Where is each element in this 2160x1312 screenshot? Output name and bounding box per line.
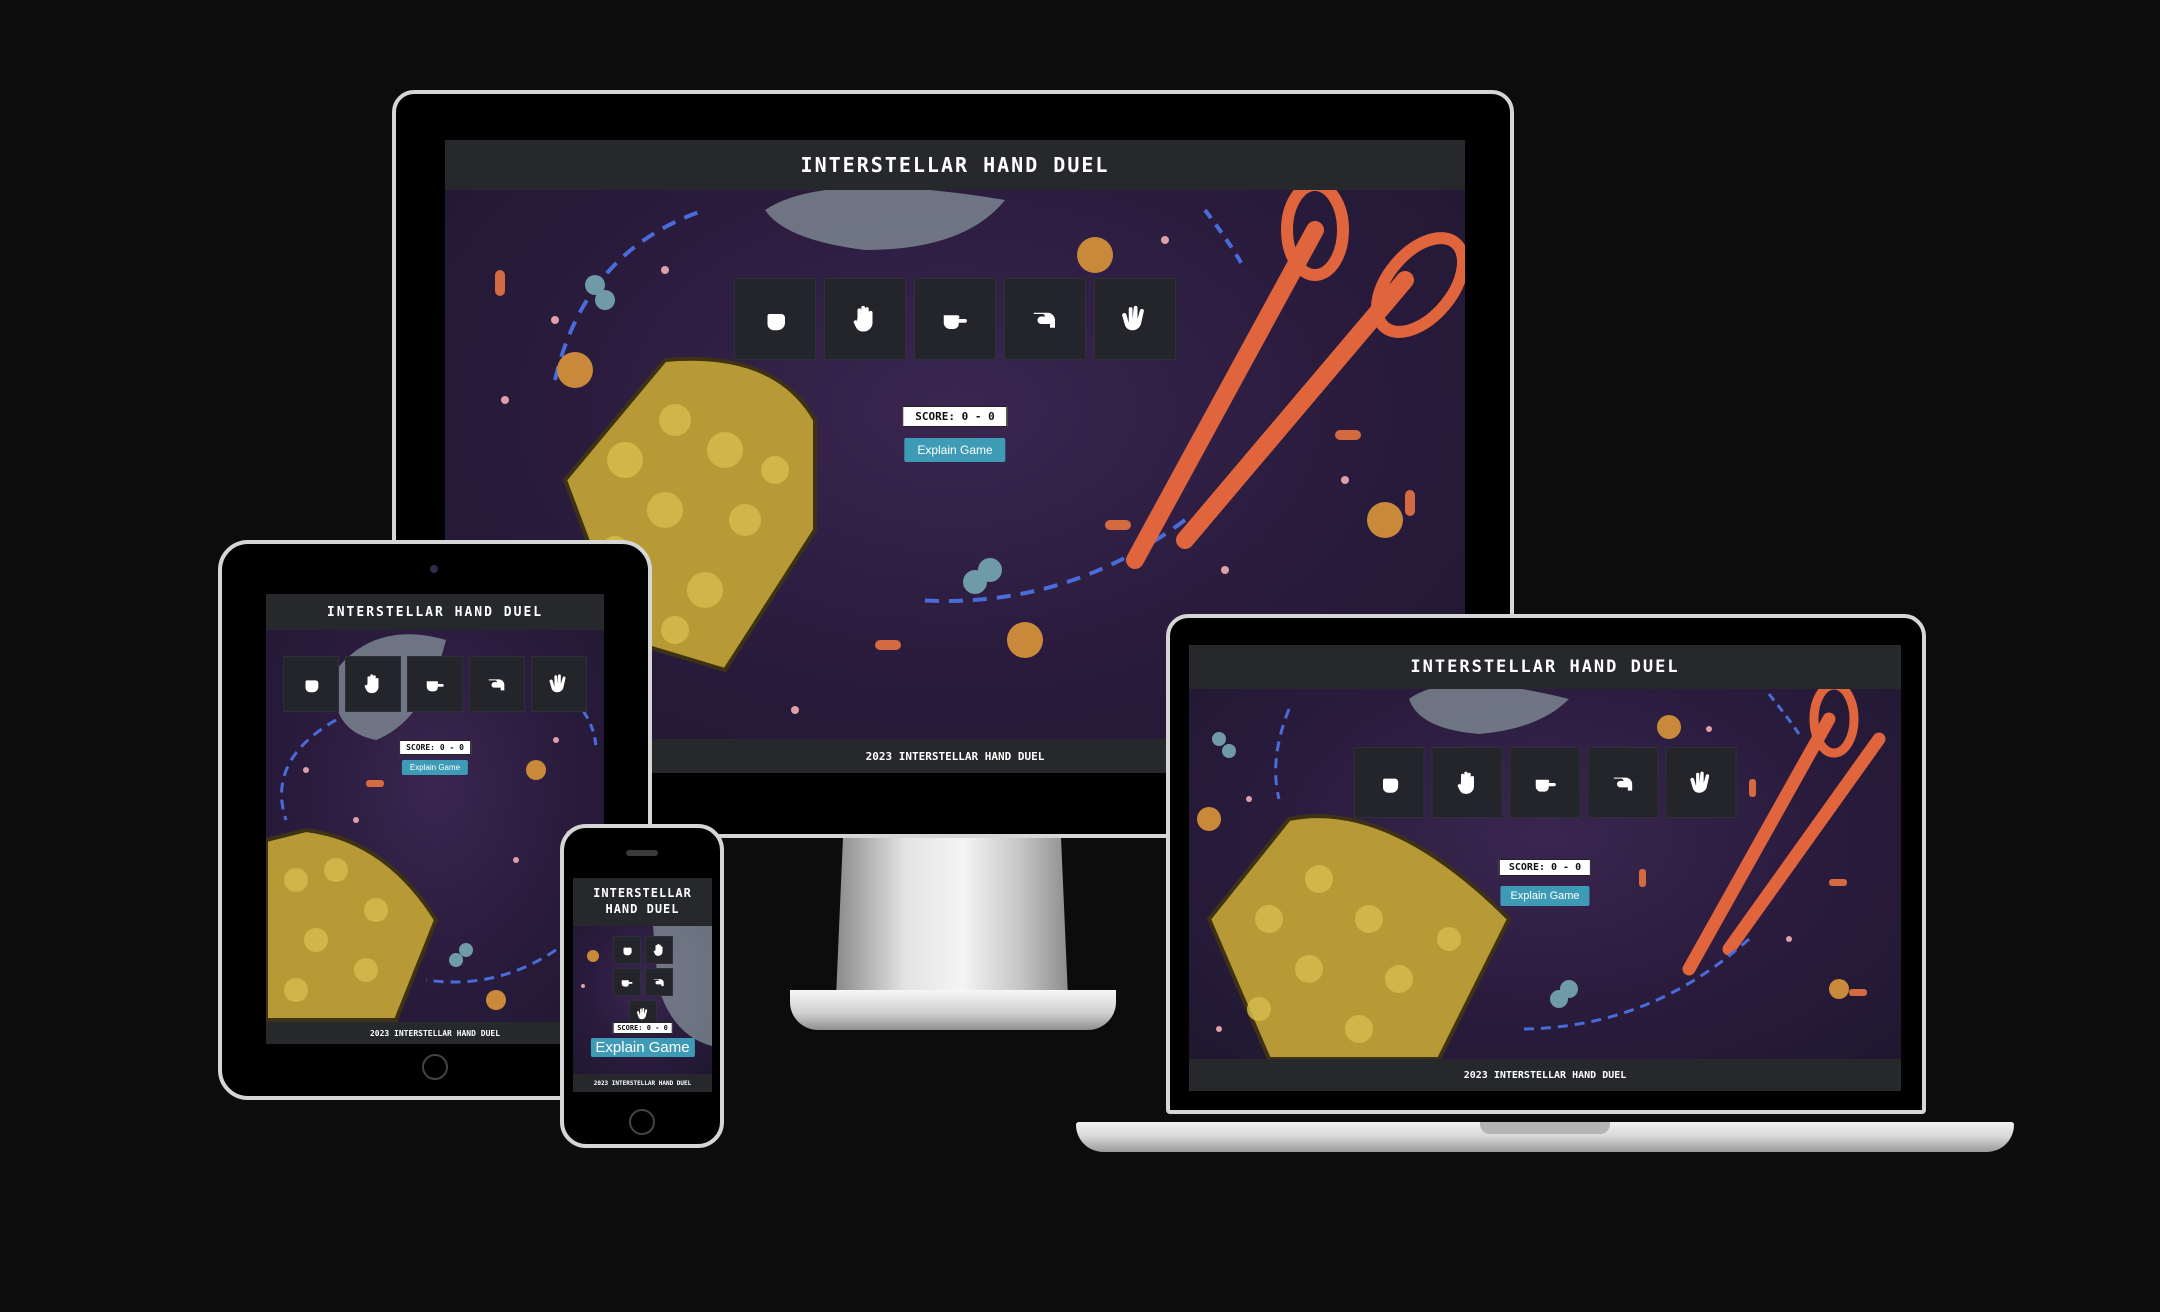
rock-button[interactable]: [612, 936, 641, 964]
desktop-stand-base: [790, 990, 1116, 1030]
hand-rock-icon: [767, 314, 785, 331]
paper-button[interactable]: [1431, 747, 1503, 818]
explain-game-button[interactable]: Explain Game: [1500, 886, 1590, 906]
paper-button[interactable]: [824, 278, 906, 360]
lizard-button[interactable]: [1004, 278, 1086, 360]
paper-button[interactable]: [644, 936, 673, 964]
page-title: INTERSTELLAR HAND DUEL: [573, 878, 712, 926]
hand-spock-icon: [549, 674, 566, 693]
hand-lizard-icon: [1613, 777, 1632, 791]
page-title: INTERSTELLAR HAND DUEL: [266, 594, 604, 630]
laptop-screen: INTERSTELLAR HAND DUEL SCORE: 0 - 0 Expl…: [1189, 645, 1901, 1091]
hand-paper-icon: [1457, 771, 1474, 794]
hand-scissors-icon: [943, 315, 967, 329]
scissors-button[interactable]: [407, 656, 463, 712]
rock-button[interactable]: [1353, 747, 1425, 818]
phone-speaker: [626, 850, 658, 856]
rock-button[interactable]: [283, 656, 339, 712]
spock-button[interactable]: [1094, 278, 1176, 360]
hand-rock-icon: [1382, 778, 1398, 793]
hand-rock-icon: [622, 947, 632, 956]
rock-button[interactable]: [734, 278, 816, 360]
scissors-button[interactable]: [1509, 747, 1581, 818]
footer-text: 2023 INTERSTELLAR HAND DUEL: [573, 1074, 712, 1092]
footer-text: 2023 INTERSTELLAR HAND DUEL: [266, 1022, 604, 1044]
explain-game-button[interactable]: Explain Game: [904, 438, 1006, 462]
desktop-stand: [836, 838, 1068, 998]
hand-lizard-icon: [653, 979, 664, 987]
game-area: SCORE: 0 - 0 Explain Game: [266, 630, 604, 1022]
lizard-button[interactable]: [644, 968, 673, 996]
laptop-notch: [1480, 1122, 1610, 1134]
page-title: INTERSTELLAR HAND DUEL: [445, 140, 1465, 190]
tablet-screen: INTERSTELLAR HAND DUEL SCORE: 0 - 0 Expl…: [266, 594, 604, 1044]
scissors-button[interactable]: [914, 278, 996, 360]
choice-buttons: [734, 278, 1176, 360]
game-area: SCORE: 0 - 0 Explain Game: [573, 926, 712, 1074]
scissors-button[interactable]: [612, 968, 641, 996]
game-area: SCORE: 0 - 0 Explain Game: [1189, 689, 1901, 1059]
lizard-button[interactable]: [469, 656, 525, 712]
score-display: SCORE: 0 - 0: [612, 1022, 673, 1034]
score-display: SCORE: 0 - 0: [902, 406, 1008, 427]
tablet-home-button: [422, 1054, 448, 1080]
hand-scissors-icon: [426, 681, 444, 692]
explain-game-button[interactable]: Explain Game: [590, 1038, 695, 1057]
hand-lizard-icon: [488, 679, 505, 691]
hand-spock-icon: [1122, 305, 1144, 331]
tablet-camera: [430, 565, 438, 573]
hand-spock-icon: [1689, 771, 1709, 793]
phone-screen: INTERSTELLAR HAND DUEL SCORE: 0 - 0 Expl…: [573, 878, 712, 1092]
hand-lizard-icon: [1033, 312, 1055, 328]
spock-button[interactable]: [531, 656, 587, 712]
footer-text: 2023 INTERSTELLAR HAND DUEL: [1189, 1059, 1901, 1091]
hand-scissors-icon: [1535, 779, 1556, 792]
hand-scissors-icon: [621, 980, 633, 987]
phone-home-button: [629, 1109, 655, 1135]
choice-buttons: [1353, 747, 1737, 818]
choice-buttons: [598, 936, 688, 1028]
score-display: SCORE: 0 - 0: [1498, 859, 1592, 876]
hand-paper-icon: [853, 305, 873, 332]
hand-rock-icon: [305, 680, 319, 693]
hand-spock-icon: [636, 1007, 647, 1020]
spock-button[interactable]: [1665, 747, 1737, 818]
score-display: SCORE: 0 - 0: [399, 740, 471, 755]
explain-game-button[interactable]: Explain Game: [401, 760, 469, 775]
hand-paper-icon: [653, 943, 662, 956]
lizard-button[interactable]: [1587, 747, 1659, 818]
choice-buttons: [283, 656, 587, 712]
hand-paper-icon: [364, 674, 379, 694]
paper-button[interactable]: [345, 656, 401, 712]
page-title: INTERSTELLAR HAND DUEL: [1189, 645, 1901, 689]
